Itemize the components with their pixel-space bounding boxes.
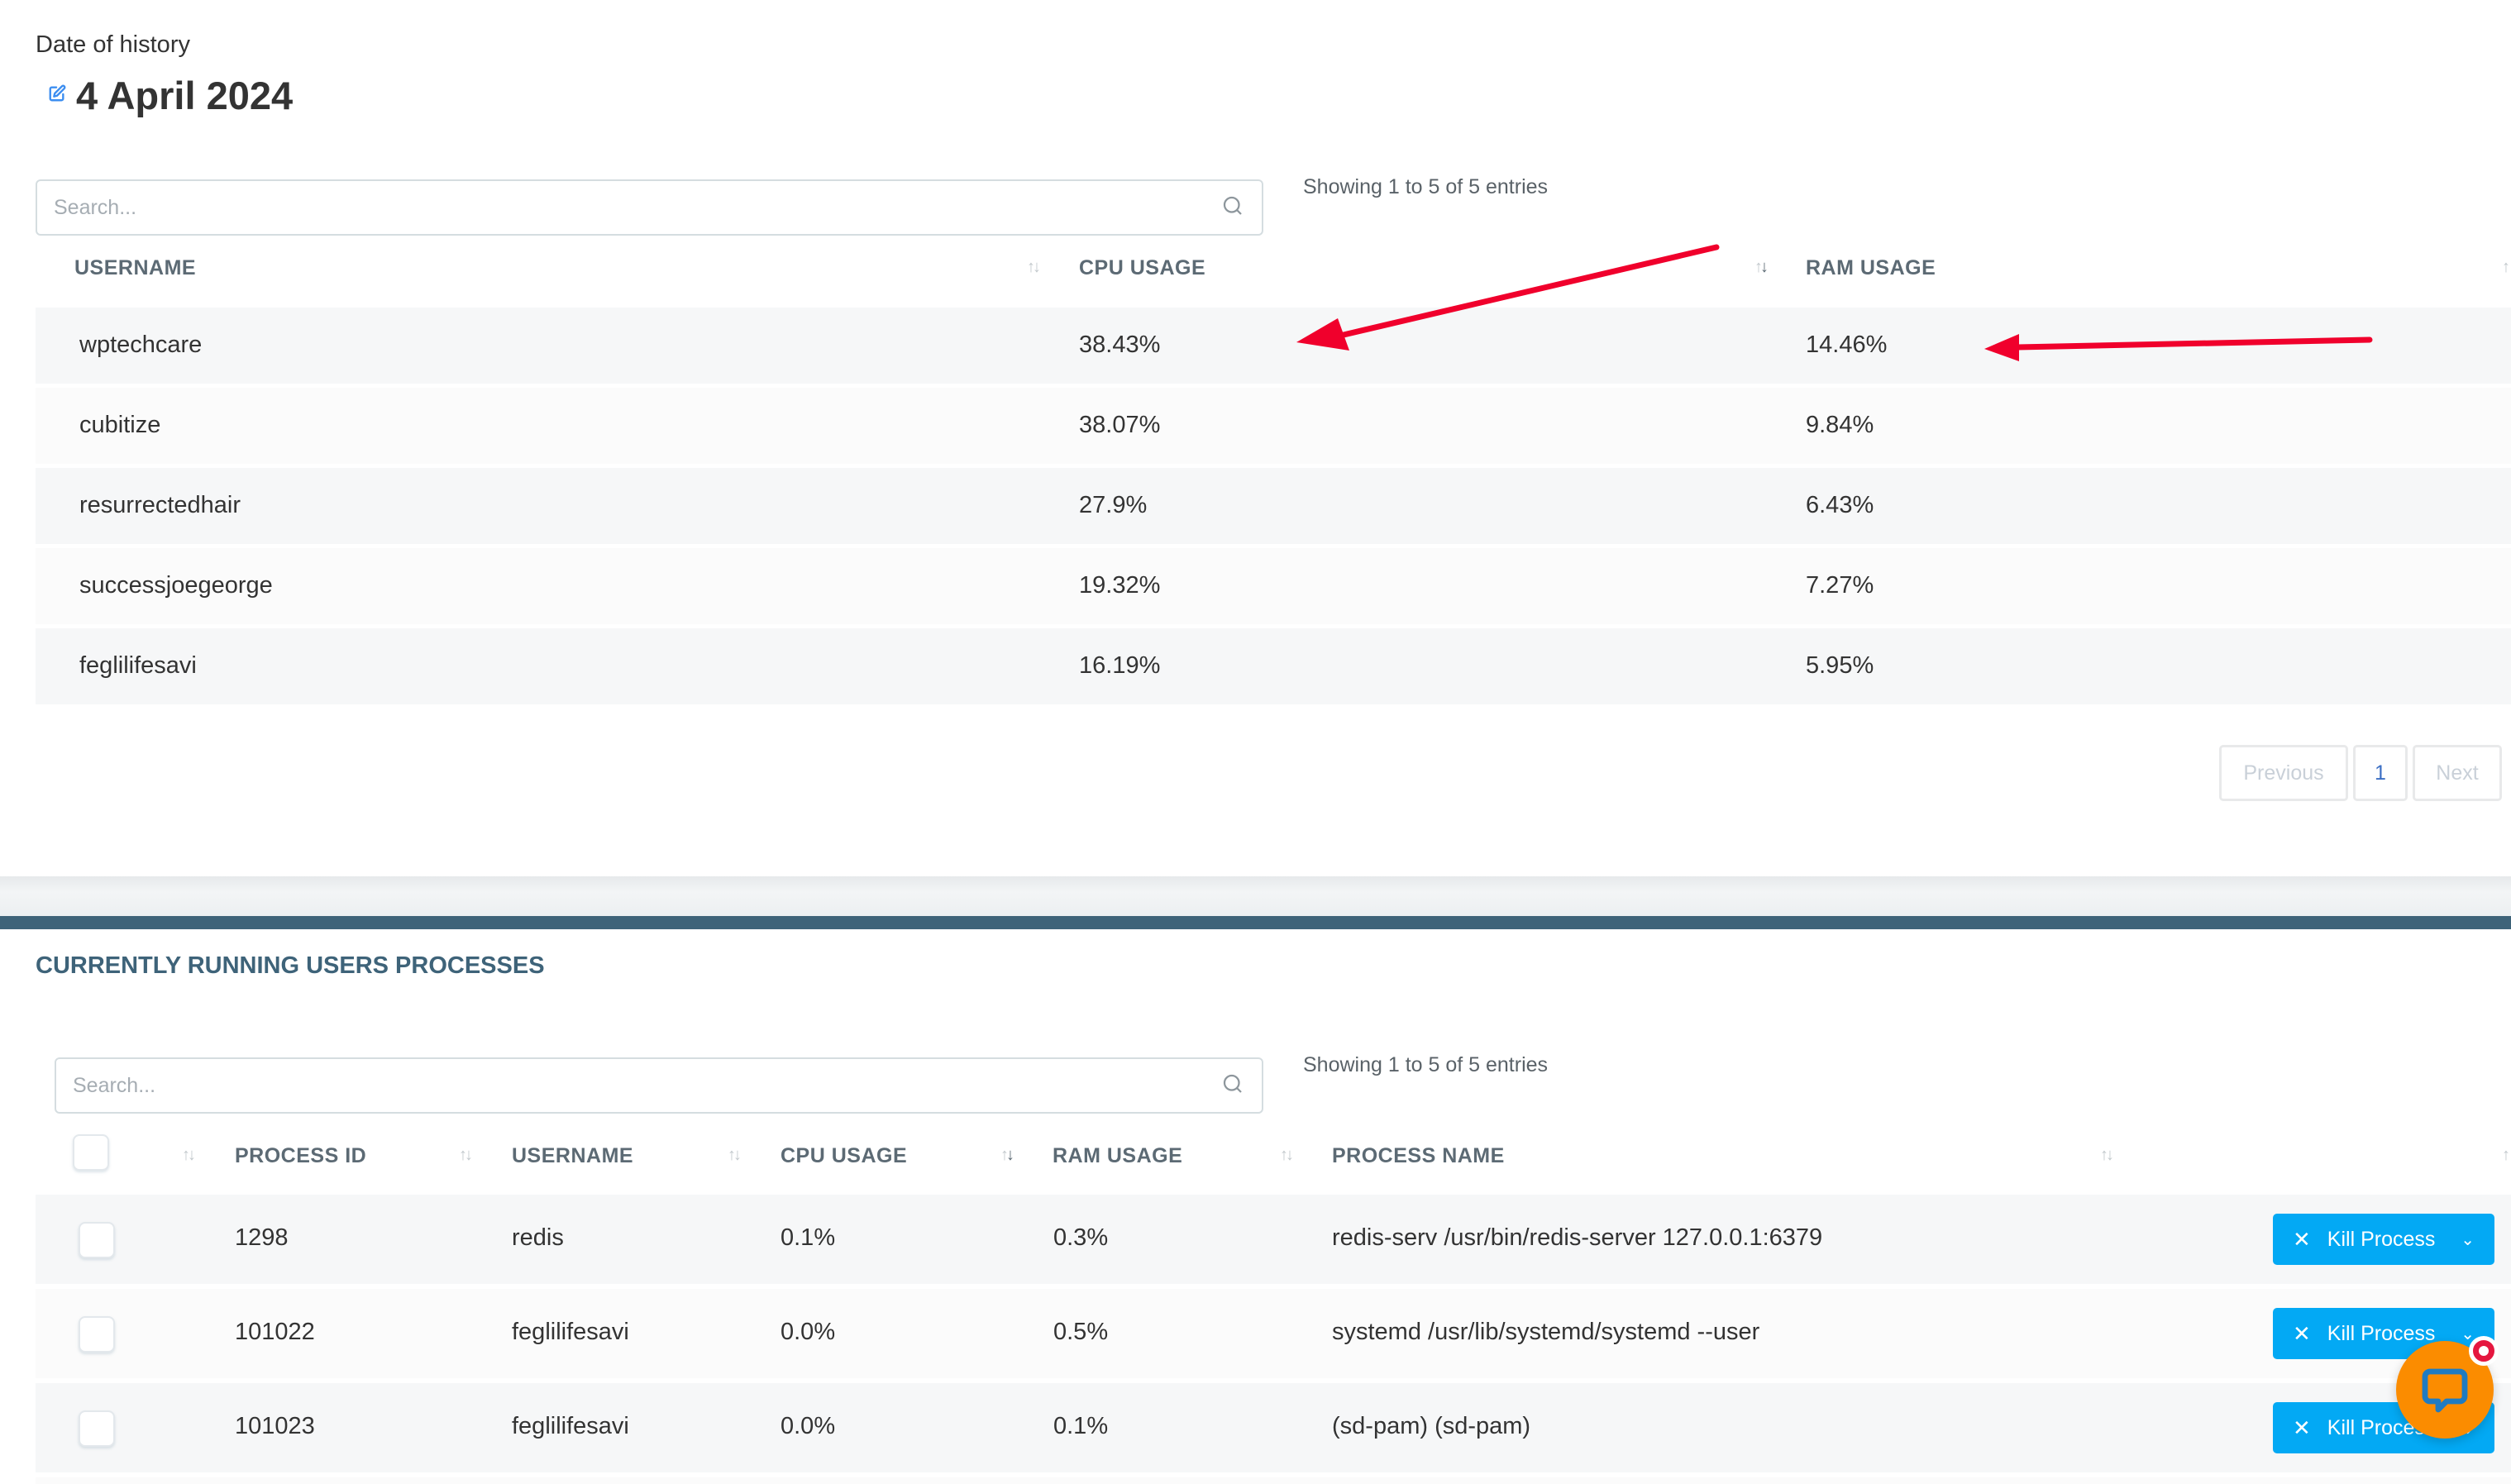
row-cpu: 0.0% <box>781 1413 836 1439</box>
row-ram: 9.84% <box>1806 412 1874 438</box>
row-pid: 101023 <box>235 1413 315 1439</box>
row-username: feglilifesavi <box>512 1413 629 1439</box>
col-header-cpu[interactable]: CPU USAGE <box>781 1144 907 1168</box>
process-entries-info: Showing 1 to 5 of 5 entries <box>1303 1053 1549 1076</box>
row-ram: 5.95% <box>1806 652 1874 679</box>
row-cpu: 19.32% <box>1079 572 1161 599</box>
table-row: wptechcare 38.43% 14.46% <box>36 308 2511 384</box>
sort-icon[interactable]: ↑↓ <box>728 1146 742 1165</box>
row-cpu: 16.19% <box>1079 652 1161 679</box>
process-search-input[interactable] <box>73 1073 1220 1098</box>
row-cpu: 27.9% <box>1079 492 1148 518</box>
top-entries-info: Showing 1 to 5 of 5 entries <box>1303 175 1549 198</box>
col-header-ram[interactable]: RAM USAGE <box>1806 256 1936 280</box>
row-username: successjoegeorge <box>79 572 273 599</box>
row-checkbox[interactable] <box>79 1316 115 1353</box>
pagination-previous[interactable]: Previous <box>2219 745 2348 801</box>
chat-icon <box>2422 1368 2468 1413</box>
row-ram: 0.3% <box>1053 1224 1109 1251</box>
sort-icon[interactable]: ↑↓ <box>1027 258 1041 277</box>
row-process-name: systemd /usr/lib/systemd/systemd --user <box>1332 1319 1760 1345</box>
sort-icon[interactable]: ↑↓ <box>1280 1146 1294 1165</box>
kill-process-label: Kill Process <box>2327 1321 2436 1345</box>
kill-process-button[interactable]: ✕ Kill Process ⌄ <box>2273 1214 2494 1265</box>
col-header-cpu[interactable]: CPU USAGE <box>1079 256 1205 280</box>
col-header-ram[interactable]: RAM USAGE <box>1053 1144 1182 1168</box>
close-icon: ✕ <box>2293 1226 2311 1252</box>
row-ram: 7.27% <box>1806 572 1874 599</box>
row-cpu: 0.0% <box>781 1319 836 1345</box>
sort-icon[interactable]: ↑↓ <box>1754 258 1769 277</box>
history-date-row: 4 April 2024 <box>48 73 293 118</box>
process-search[interactable] <box>55 1057 1263 1114</box>
col-header-process-name[interactable]: PROCESS NAME <box>1332 1144 1505 1168</box>
close-icon: ✕ <box>2293 1320 2311 1346</box>
pagination-next[interactable]: Next <box>2413 745 2502 801</box>
chat-notification-badge <box>2469 1336 2499 1366</box>
table-row: feglilifesavi 16.19% 5.95% <box>36 628 2511 704</box>
user-usage-search-input[interactable] <box>54 195 1220 220</box>
row-cpu: 38.07% <box>1079 412 1161 438</box>
row-process-name: redis-serv /usr/bin/redis-server 127.0.0… <box>1332 1224 1823 1251</box>
col-header-username[interactable]: USERNAME <box>74 256 196 280</box>
kill-process-label: Kill Process <box>2327 1227 2436 1251</box>
row-ram: 6.43% <box>1806 492 1874 518</box>
col-header-username[interactable]: USERNAME <box>512 1144 633 1168</box>
row-username: redis <box>512 1224 564 1251</box>
table-row: resurrectedhair 27.9% 6.43% <box>36 468 2511 544</box>
process-row: 101022 feglilifesavi 0.0% 0.5% systemd /… <box>36 1289 2511 1378</box>
chevron-down-icon[interactable]: ⌄ <box>2461 1229 2475 1250</box>
history-label: Date of history <box>36 31 190 58</box>
edit-icon[interactable] <box>48 84 66 107</box>
row-username: cubitize <box>79 412 161 438</box>
row-pid: 1298 <box>235 1224 289 1251</box>
row-checkbox[interactable] <box>79 1410 115 1447</box>
sort-icon[interactable]: ↑↓ <box>182 1146 196 1165</box>
row-ram: 0.1% <box>1053 1413 1109 1439</box>
pagination: Previous 1 Next <box>2219 745 2502 801</box>
sort-icon[interactable]: ↑↓ <box>2100 1146 2114 1165</box>
sort-icon[interactable]: ↑↓ <box>459 1146 473 1165</box>
process-row: 1298 redis 0.1% 0.3% redis-serv /usr/bin… <box>36 1195 2511 1284</box>
process-row-partial <box>36 1477 2511 1484</box>
sort-icon[interactable]: ↑ <box>2502 258 2510 277</box>
section-divider-shade <box>0 876 2511 916</box>
table-row: successjoegeorge 19.32% 7.27% <box>36 548 2511 624</box>
row-username: feglilifesavi <box>512 1319 629 1345</box>
processes-section-title: CURRENTLY RUNNING USERS PROCESSES <box>36 952 545 979</box>
row-username: wptechcare <box>79 332 203 358</box>
row-checkbox[interactable] <box>79 1222 115 1258</box>
table-row: cubitize 38.07% 9.84% <box>36 388 2511 464</box>
close-icon: ✕ <box>2293 1415 2311 1440</box>
row-ram: 0.5% <box>1053 1319 1109 1345</box>
process-row: 101023 feglilifesavi 0.0% 0.1% (sd-pam) … <box>36 1383 2511 1472</box>
search-icon[interactable] <box>1220 1071 1245 1100</box>
select-all-checkbox[interactable] <box>73 1134 109 1171</box>
row-username: resurrectedhair <box>79 492 241 518</box>
pagination-page-1[interactable]: 1 <box>2353 745 2408 801</box>
sort-icon[interactable]: ↑ <box>2502 1146 2510 1165</box>
row-ram: 14.46% <box>1806 332 1888 358</box>
search-icon[interactable] <box>1220 193 1245 222</box>
row-username: feglilifesavi <box>79 652 197 679</box>
row-pid: 101022 <box>235 1319 315 1345</box>
history-date: 4 April 2024 <box>76 74 294 117</box>
row-cpu: 0.1% <box>781 1224 836 1251</box>
user-usage-search[interactable] <box>36 179 1263 236</box>
row-process-name: (sd-pam) (sd-pam) <box>1332 1413 1531 1439</box>
col-header-process-id[interactable]: PROCESS ID <box>235 1144 366 1168</box>
sort-icon[interactable]: ↑↓ <box>1000 1146 1014 1165</box>
section-divider-bar <box>0 916 2511 929</box>
row-cpu: 38.43% <box>1079 332 1161 358</box>
